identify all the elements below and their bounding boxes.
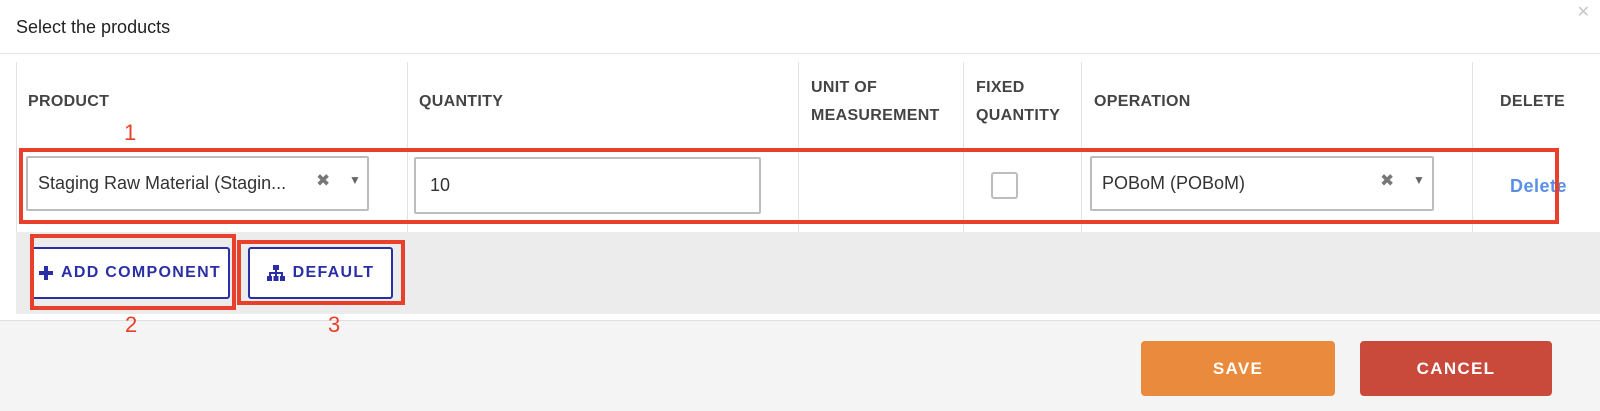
header-uom: UNIT OF MEASUREMENT <box>811 74 940 130</box>
header-quantity: QUANTITY <box>419 93 504 110</box>
annotation-box-3 <box>237 240 405 305</box>
header-fixed-line2: QUANTITY <box>976 107 1061 124</box>
close-icon[interactable]: ✕ <box>1577 2 1590 22</box>
header-delete: DELETE <box>1500 93 1565 110</box>
annotation-label-1: 1 <box>124 120 137 145</box>
header-fixed-quantity: FIXED QUANTITY <box>976 74 1060 130</box>
header-uom-line1: UNIT OF <box>811 79 878 96</box>
header-fixed-line1: FIXED <box>976 79 1025 96</box>
modal-title: Select the products <box>16 17 171 37</box>
modal-header: Select the products ✕ <box>0 0 1600 54</box>
header-product: PRODUCT <box>28 93 110 110</box>
column-divider <box>16 62 17 232</box>
annotation-label-3: 3 <box>328 312 341 337</box>
annotation-box-2 <box>30 234 236 310</box>
save-button[interactable]: SAVE <box>1141 341 1335 396</box>
annotation-label-2: 2 <box>125 312 138 337</box>
cancel-button[interactable]: CANCEL <box>1360 341 1552 396</box>
annotation-box-1 <box>19 148 1559 224</box>
header-operation: OPERATION <box>1094 93 1191 110</box>
header-uom-line2: MEASUREMENT <box>811 107 940 124</box>
